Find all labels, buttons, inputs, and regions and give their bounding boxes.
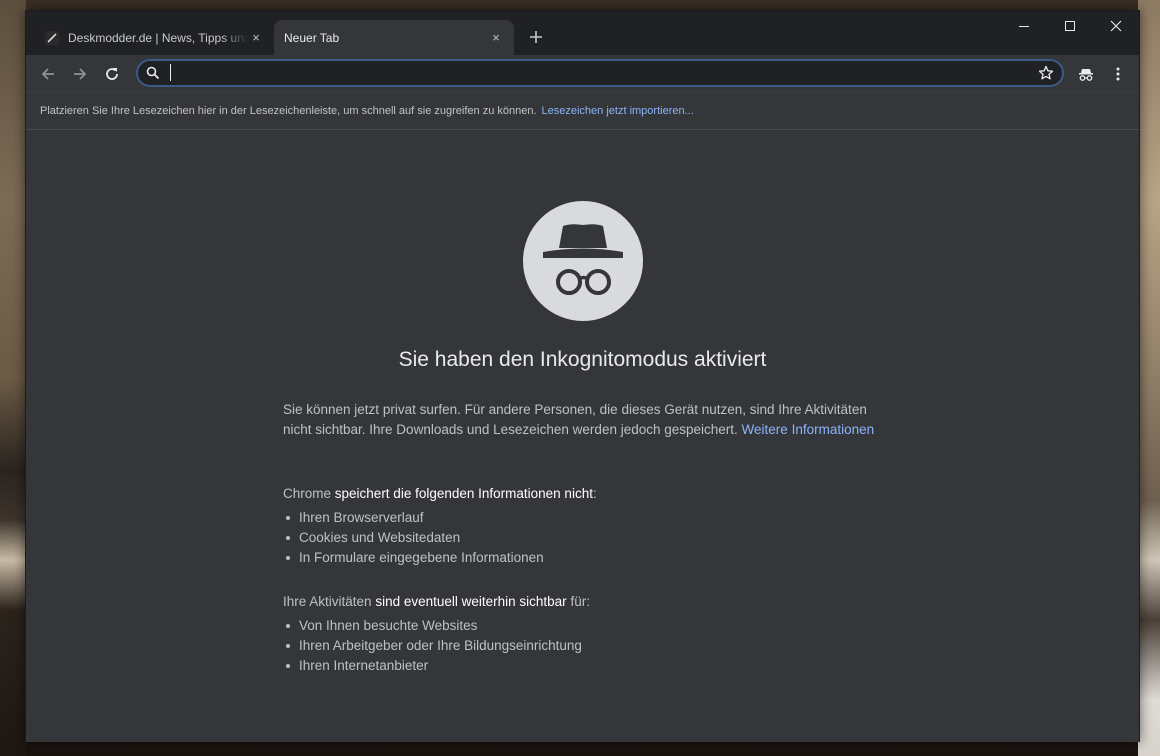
list-item: In Formulare eingegebene Informationen — [283, 548, 893, 568]
tab-title: Deskmodder.de | News, Tipps und Tricks — [68, 30, 248, 45]
maximize-button[interactable] — [1047, 11, 1093, 41]
omnibox[interactable] — [136, 59, 1064, 87]
reload-icon — [106, 68, 118, 80]
tab-deskmodder[interactable]: Deskmodder.de | News, Tipps und Tricks × — [34, 20, 274, 55]
minimize-icon — [1018, 25, 1029, 27]
deskmodder-favicon-icon — [44, 30, 60, 46]
desktop-wallpaper-right — [1138, 0, 1160, 756]
incognito-badge[interactable] — [1072, 60, 1100, 88]
intro-paragraph: Sie können jetzt privat surfen. Für ande… — [283, 400, 893, 440]
bookmark-bar-hint: Platzieren Sie Ihre Lesezeichen hier in … — [40, 105, 537, 117]
text-caret — [170, 64, 171, 81]
list-item: Von Ihnen besuchte Websites — [283, 616, 893, 636]
list-item: Ihren Arbeitgeber oder Ihre Bildungseinr… — [283, 636, 893, 656]
back-arrow-icon — [41, 68, 54, 80]
toolbar — [26, 55, 1139, 92]
back-button[interactable] — [34, 60, 62, 88]
page-title: Sie haben den Inkognitomodus aktiviert — [398, 348, 767, 371]
visible-section: Ihre Aktivitäten sind eventuell weiterhi… — [283, 592, 893, 676]
tab-neuer-tab[interactable]: Neuer Tab × — [274, 20, 514, 55]
kebab-menu-icon — [1116, 67, 1120, 81]
list-item: Ihren Browserverlauf — [283, 508, 893, 528]
new-tab-button[interactable] — [524, 25, 548, 49]
not-saved-section: Chrome speichert die folgenden Informati… — [283, 484, 893, 568]
incognito-hero-icon — [523, 201, 643, 321]
import-bookmarks-link[interactable]: Lesezeichen jetzt importieren... — [542, 105, 694, 117]
incognito-icon — [1079, 69, 1093, 81]
address-input[interactable] — [168, 64, 1028, 82]
tab-title: Neuer Tab — [284, 30, 340, 45]
not-saved-heading: Chrome speichert die folgenden Informati… — [283, 486, 597, 501]
not-saved-list: Ihren Browserverlauf Cookies und Website… — [283, 508, 893, 568]
list-item: Cookies und Websitedaten — [283, 528, 893, 548]
close-icon — [1110, 20, 1122, 32]
tab-close-icon[interactable]: × — [488, 30, 504, 46]
more-info-link[interactable]: Weitere Informationen — [742, 422, 875, 437]
maximize-icon — [1064, 20, 1075, 31]
forward-button[interactable] — [66, 60, 94, 88]
forward-arrow-icon — [74, 68, 87, 80]
visible-list: Von Ihnen besuchte Websites Ihren Arbeit… — [283, 616, 893, 676]
close-window-button[interactable] — [1093, 11, 1139, 41]
menu-button[interactable] — [1104, 60, 1132, 88]
tab-strip: Deskmodder.de | News, Tipps und Tricks ×… — [26, 11, 1139, 55]
tab-close-icon[interactable]: × — [248, 30, 264, 46]
minimize-button[interactable] — [1001, 11, 1047, 41]
star-icon[interactable] — [1038, 65, 1054, 86]
visible-heading: Ihre Aktivitäten sind eventuell weiterhi… — [283, 594, 590, 609]
browser-window: Deskmodder.de | News, Tipps und Tricks ×… — [25, 10, 1140, 742]
search-icon — [146, 66, 160, 85]
reload-button[interactable] — [98, 60, 126, 88]
list-item: Ihren Internetanbieter — [283, 656, 893, 676]
bookmark-bar: Platzieren Sie Ihre Lesezeichen hier in … — [26, 92, 1139, 130]
incognito-page: Sie haben den Inkognitomodus aktiviert S… — [26, 130, 1139, 742]
desktop-wallpaper-left — [0, 0, 26, 756]
plus-icon — [530, 31, 542, 43]
